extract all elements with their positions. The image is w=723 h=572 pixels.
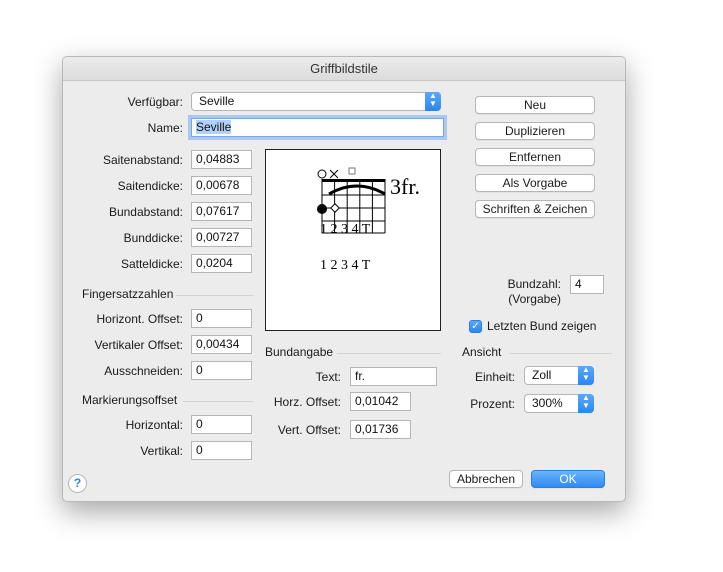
marker-vert-input[interactable]: 0 [191,441,252,460]
fret-thickness-label: Bunddicke: [123,231,183,245]
fret-info-group-divider [337,353,441,354]
fingering-group-divider [176,295,253,296]
view-group-title: Ansicht [462,345,502,359]
string-spacing-input[interactable]: 0,04883 [191,150,252,169]
fingers-row2: 1 2 3 4 T [320,258,371,273]
muted-string-icon [329,169,339,179]
ok-button[interactable]: OK [531,470,605,488]
string-thickness-input[interactable]: 0,00678 [191,176,252,195]
marker-vert-label: Vertikal: [140,444,183,458]
chord-diagram-svg: 3fr. 1 2 3 4 T 1 2 3 4 T [317,167,420,273]
fingers-row1: 1 2 3 4 T [320,222,371,237]
percent-select[interactable]: 300% ▲ ▼ [524,394,594,413]
percent-select-value: 300% [532,396,563,410]
griffbildstile-dialog: Griffbildstile Verfügbar: Seville ▲ ▼ Nam… [62,56,626,502]
fret-count-label-line1: Bundzahl: [507,277,561,291]
fret-horz-offset-input[interactable]: 0,01042 [350,392,411,411]
updown-arrows-icon: ▲ ▼ [578,366,594,385]
fingering-cut-label: Ausschneiden: [104,364,183,378]
nut-thickness-input[interactable]: 0,0204 [191,254,252,273]
marker-horiz-label: Horizontal: [125,418,183,432]
fret-label: 3fr. [390,174,420,199]
fingering-vert-label: Vertikaler Offset: [94,338,183,352]
cancel-button[interactable]: Abbrechen [449,470,523,488]
fingering-vert-input[interactable]: 0,00434 [191,335,252,354]
marker-square-icon [348,167,356,175]
fret-vert-offset-label: Vert. Offset: [277,423,341,437]
new-button[interactable]: Neu [475,96,595,114]
marker-group-title: Markierungsoffset [82,393,178,407]
string-thickness-label: Saitendicke: [117,179,183,193]
fret-info-group-title: Bundangabe [265,345,334,359]
fret-thickness-input[interactable]: 0,00727 [191,228,252,247]
unit-select[interactable]: Zoll ▲ ▼ [524,366,594,385]
show-last-fret-checkbox[interactable]: ✓ [469,320,482,333]
help-button[interactable]: ? [68,474,87,493]
string-spacing-label: Saitenabstand: [102,153,183,167]
name-input[interactable]: Seville [191,118,444,137]
chord-diagram-preview: 3fr. 1 2 3 4 T 1 2 3 4 T [265,149,441,331]
nut-thickness-label: Satteldicke: [120,257,183,271]
set-default-button[interactable]: Als Vorgabe [475,174,595,192]
updown-arrows-icon: ▲ ▼ [578,394,594,413]
fret-horz-offset-label: Horz. Offset: [273,395,341,409]
percent-label: Prozent: [470,397,515,411]
fret-vert-offset-input[interactable]: 0,01736 [350,420,411,439]
fingering-group-title: Fingersatzzahlen [82,287,174,301]
show-last-fret-label: Letzten Bund zeigen [487,319,597,333]
duplicate-button[interactable]: Duplizieren [475,122,595,140]
finger-dot [317,204,327,214]
available-select-value: Seville [199,94,235,108]
fingering-cut-input[interactable]: 0 [191,361,252,380]
open-string-icon [317,169,327,179]
name-label: Name: [147,121,183,135]
fret-count-input[interactable]: 4 [570,275,604,294]
fret-spacing-label: Bundabstand: [108,205,183,219]
marker-horiz-input[interactable]: 0 [191,415,252,434]
unit-label: Einheit: [474,370,515,384]
available-select[interactable]: Seville ▲ ▼ [191,92,441,111]
fret-text-input[interactable]: fr. [350,367,437,386]
remove-button[interactable]: Entfernen [475,148,595,166]
unit-select-value: Zoll [532,368,552,382]
view-group-divider [509,353,612,354]
fret-spacing-input[interactable]: 0,07617 [191,202,252,221]
marker-group-divider [183,401,253,402]
fonts-symbols-button[interactable]: Schriften & Zeichen [475,200,595,218]
available-label: Verfügbar: [127,95,183,109]
name-input-value: Seville [196,120,232,134]
fret-count-label-line2: (Vorgabe) [508,292,561,306]
barre-arc [328,184,386,196]
fingering-horiz-label: Horizont. Offset: [96,312,183,326]
fingering-horiz-input[interactable]: 0 [191,309,252,328]
updown-arrows-icon: ▲ ▼ [425,92,441,111]
fret-text-label: Text: [315,370,341,384]
window-title: Griffbildstile [63,57,625,81]
nut-bar [322,179,385,182]
diamond-marker-icon [330,203,340,213]
